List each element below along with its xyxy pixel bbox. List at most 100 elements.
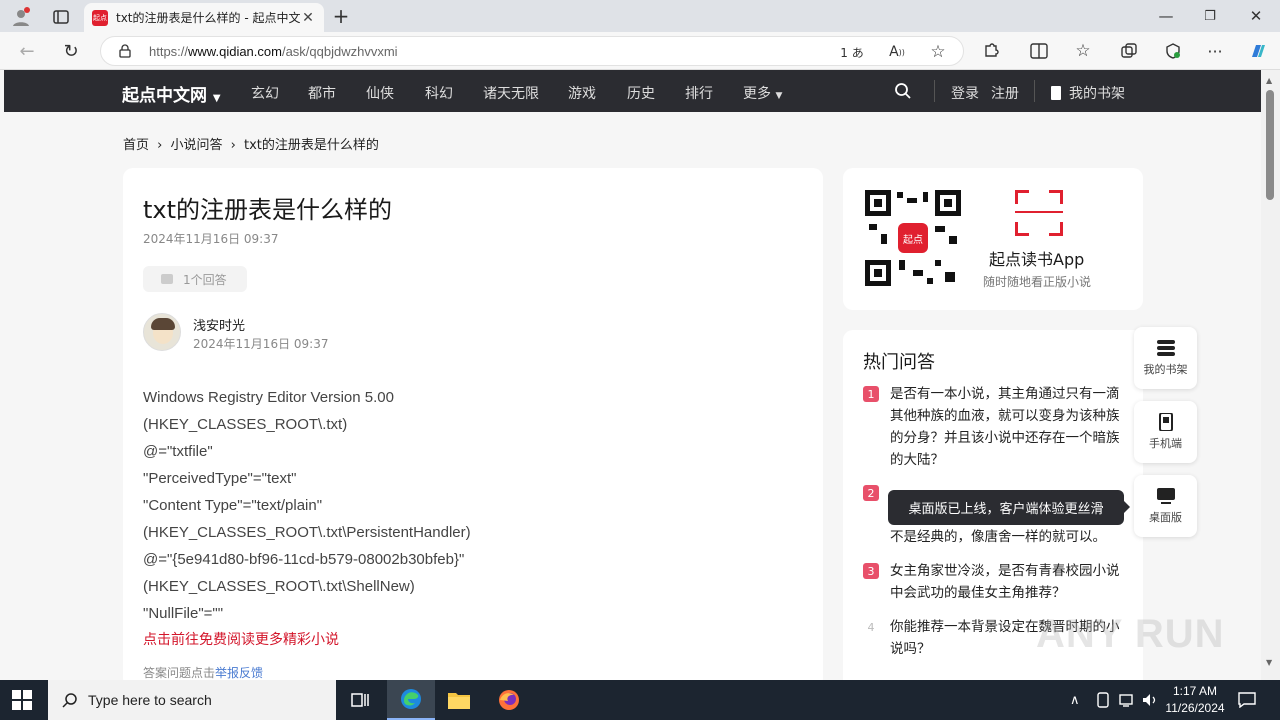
answer-line: @="txtfile" (143, 443, 213, 460)
read-aloud-icon[interactable]: A)) (887, 42, 907, 62)
answer-line: (HKEY_CLASSES_ROOT\.txt) (143, 416, 348, 433)
nav-divider (934, 80, 935, 102)
browser-toolbar: ← ↻ https://www.qidian.com/ask/qqbjdwzhv… (0, 32, 1280, 70)
nav-item-dushi[interactable]: 都市 (308, 83, 336, 103)
tray-chevron-icon[interactable]: ∧ (1070, 680, 1080, 720)
browser-essentials-icon[interactable] (1162, 40, 1184, 62)
avatar[interactable] (143, 313, 181, 351)
taskbar-clock[interactable]: 1:17 AM 11/26/2024 (1160, 683, 1230, 717)
tray-device-icon[interactable] (1096, 680, 1110, 720)
address-bar[interactable]: https://www.qidian.com/ask/qqbjdwzhvvxmi… (100, 36, 964, 66)
window-close-icon[interactable]: ✕ (1246, 6, 1266, 26)
refresh-icon[interactable]: ↻ (60, 40, 82, 62)
answer-date: 2024年11月16日 09:37 (193, 337, 329, 351)
lock-icon[interactable] (117, 43, 133, 59)
page-scrollbar[interactable]: ▲ ▼ (1261, 70, 1280, 680)
breadcrumb-section[interactable]: 小说问答 (171, 138, 223, 153)
favorites-icon[interactable]: ☆ (1072, 40, 1094, 62)
scroll-down-icon[interactable]: ▼ (1266, 658, 1272, 667)
answer-count-badge[interactable]: 1个回答 (143, 266, 247, 292)
hot-question-text: 女主角家世冷淡，是否有青春校园小说中会武功的最佳女主角推荐？ (890, 563, 1120, 601)
rank-badge: 3 (863, 563, 879, 579)
question-title: txt的注册表是什么样的 (143, 196, 393, 224)
question-date: 2024年11月16日 09:37 (143, 232, 279, 246)
tab-close-icon[interactable]: ✕ (300, 10, 316, 26)
nav-item-lishi[interactable]: 历史 (627, 83, 655, 103)
chevron-right-icon: › (157, 138, 163, 153)
windows-start-icon[interactable] (12, 690, 32, 710)
nav-item-more[interactable]: 更多 ▼ (743, 83, 782, 103)
answer-line: Windows Registry Editor Version 5.00 (143, 389, 394, 406)
network-icon[interactable] (1119, 680, 1135, 720)
qr-code: 起点 (865, 190, 961, 286)
notification-icon[interactable] (1238, 680, 1256, 720)
breadcrumb-home[interactable]: 首页 (123, 138, 149, 153)
hot-question-text: 不是经典的，像唐舍一样的就可以。 (890, 529, 1106, 545)
back-icon[interactable]: ← (16, 40, 38, 62)
answer-line: "Content Type"="text/plain" (143, 497, 323, 514)
bookshelf-link[interactable]: 我的书架 (1051, 83, 1125, 103)
site-nav-bar: 起点中文网 ▼ 玄幻 都市 仙侠 科幻 诸天无限 游戏 历史 排行 更多 ▼ 登… (4, 70, 1261, 112)
login-link[interactable]: 登录 (951, 83, 979, 103)
rank-badge: 1 (863, 386, 879, 402)
breadcrumb-current: txt的注册表是什么样的 (244, 138, 379, 153)
windows-taskbar: Type here to search ∧ 1:17 AM 11/26/2024 (0, 680, 1280, 720)
favorite-star-icon[interactable]: ☆ (927, 41, 949, 63)
scroll-thumb[interactable] (1266, 90, 1274, 200)
translate-badge[interactable]: 1 あ (835, 43, 869, 61)
side-mobile-button[interactable]: 手机端 (1134, 401, 1197, 463)
nav-item-youxi[interactable]: 游戏 (568, 83, 596, 103)
collections-icon[interactable] (1118, 40, 1140, 62)
firefox-icon[interactable] (485, 680, 533, 720)
tab-actions-icon[interactable] (50, 6, 72, 28)
nav-item-xianxia[interactable]: 仙侠 (366, 83, 394, 103)
task-view-icon[interactable] (336, 680, 384, 720)
browser-tab-bar: 起点 txt的注册表是什么样的 - 起点中文 ✕ + — ❐ ✕ (0, 0, 1280, 32)
desktop-icon (1156, 488, 1175, 504)
qidian-favicon-icon: 起点 (92, 9, 108, 26)
rank-badge: 4 (867, 620, 875, 634)
url-text: https://www.qidian.com/ask/qqbjdwzhvvxmi (149, 44, 398, 59)
answer-line: (HKEY_CLASSES_ROOT\.txt\PersistentHandle… (143, 524, 471, 541)
answer-line: "NullFile"="" (143, 605, 224, 622)
side-bookshelf-button[interactable]: 我的书架 (1134, 327, 1197, 389)
site-logo[interactable]: 起点中文网 ▼ (122, 81, 221, 106)
scroll-up-icon[interactable]: ▲ (1266, 76, 1272, 85)
file-explorer-icon[interactable] (435, 680, 483, 720)
volume-icon[interactable] (1142, 680, 1158, 720)
nav-item-zhutian[interactable]: 诸天无限 (483, 83, 539, 103)
breadcrumb: 首页 › 小说问答 › txt的注册表是什么样的 (123, 134, 383, 153)
copilot-icon[interactable] (1246, 40, 1270, 62)
side-desktop-button[interactable]: 桌面版 (1134, 475, 1197, 537)
hot-question-item[interactable]: 1 是否有一本小说，其主角通过只有一滴其他种族的血液，就可以变身为该种族的分身？… (863, 383, 1125, 471)
nav-item-xuanhuan[interactable]: 玄幻 (251, 83, 279, 103)
free-read-link[interactable]: 点击前往免费阅读更多精彩小说 (143, 627, 471, 654)
search-icon[interactable] (894, 82, 912, 104)
minimize-icon[interactable]: — (1156, 6, 1176, 26)
hot-question-item[interactable]: 3 女主角家世冷淡，是否有青春校园小说中会武功的最佳女主角推荐？ (863, 560, 1125, 604)
more-menu-icon[interactable]: ··· (1204, 40, 1226, 62)
phone-icon (1158, 413, 1173, 431)
register-link[interactable]: 注册 (991, 83, 1019, 103)
scan-icon (1015, 190, 1063, 236)
rank-badge: 2 (863, 485, 879, 501)
hot-question-text: 是否有一本小说，其主角通过只有一滴其他种族的血液，就可以变身为该种族的分身？并且… (890, 386, 1120, 468)
app-promo-card: 起点 起点读书App 随时随地看正版小说 (843, 168, 1143, 310)
nav-item-paihang[interactable]: 排行 (685, 83, 713, 103)
new-tab-icon[interactable]: + (330, 4, 352, 28)
extensions-icon[interactable] (980, 40, 1002, 62)
split-screen-icon[interactable] (1028, 40, 1050, 62)
profile-icon[interactable] (10, 6, 32, 28)
hot-questions-title: 热门问答 (863, 352, 935, 373)
clock-date: 11/26/2024 (1165, 701, 1225, 715)
app-name: 起点读书App (989, 250, 1085, 269)
edge-taskbar-icon[interactable] (387, 680, 435, 720)
nav-item-kehuan[interactable]: 科幻 (425, 83, 453, 103)
answer-line: @="{5e941d80-bf96-11cd-b579-08002b30bfeb… (143, 551, 465, 568)
restore-icon[interactable]: ❐ (1200, 6, 1220, 26)
answer-author[interactable]: 浅安时光 (193, 315, 245, 334)
clock-time: 1:17 AM (1172, 684, 1218, 698)
report-link[interactable]: 举报反馈 (215, 666, 263, 680)
taskbar-search-input[interactable]: Type here to search (48, 680, 336, 720)
browser-tab[interactable]: 起点 txt的注册表是什么样的 - 起点中文 ✕ (84, 3, 324, 32)
